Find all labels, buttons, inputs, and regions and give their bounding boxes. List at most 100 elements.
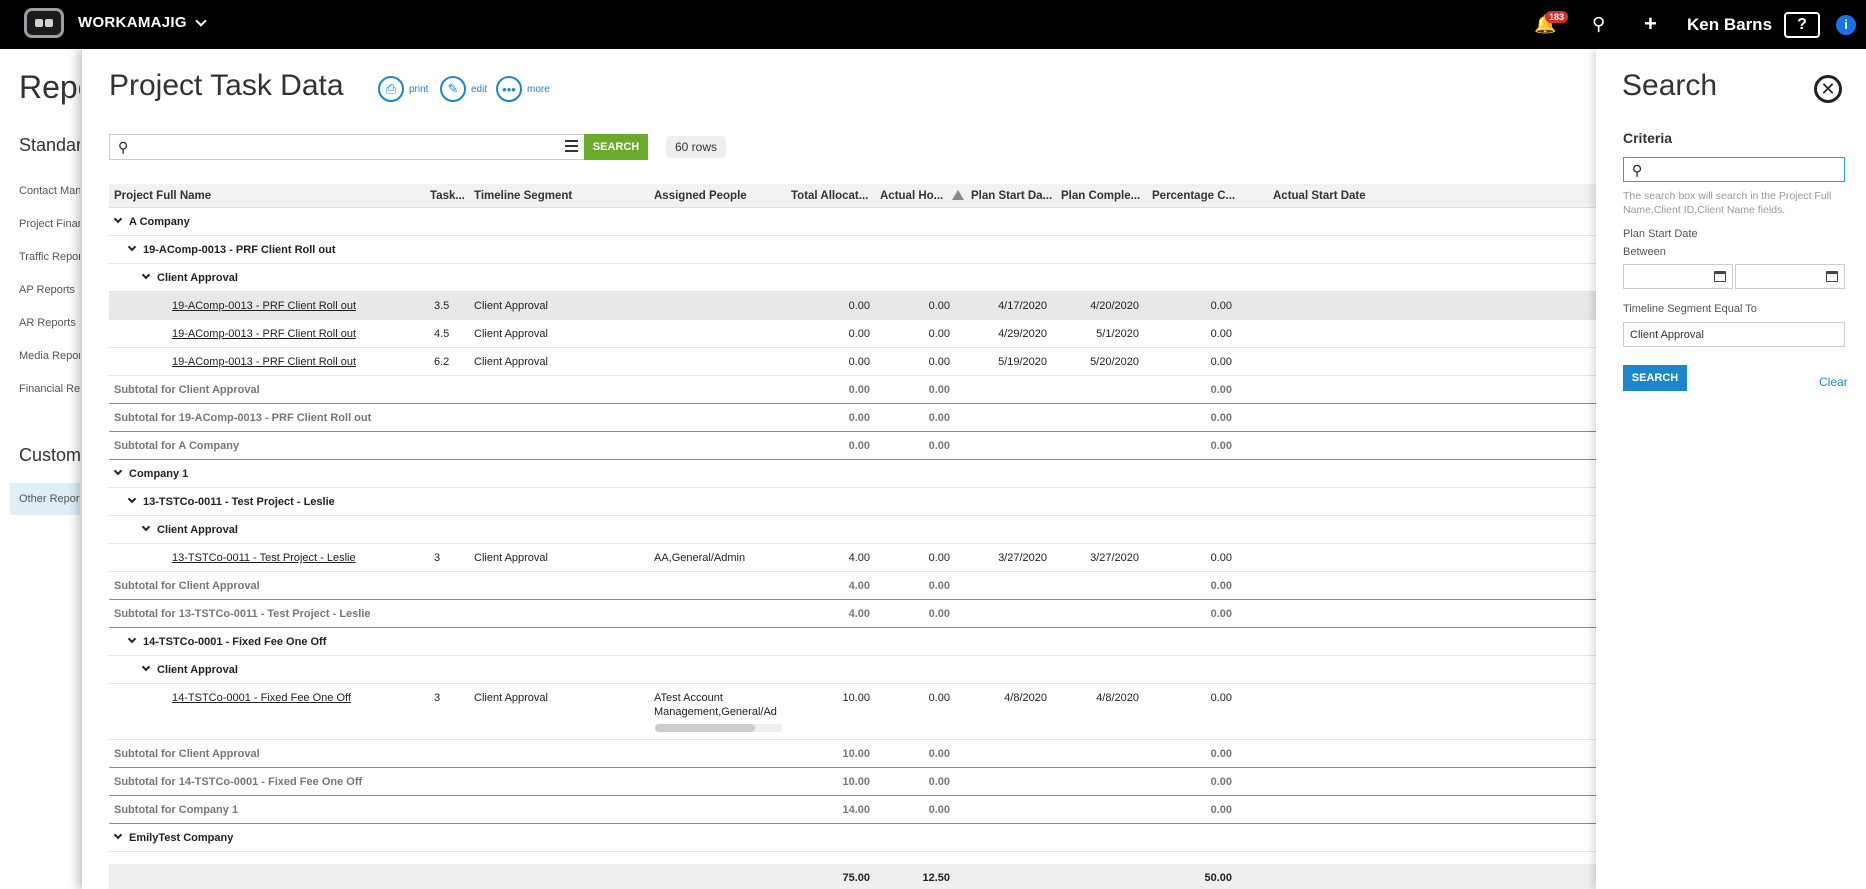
group-name: A Company [129,216,190,228]
page-title: Project Task Data [109,69,344,102]
group-row-label: Client Approval [141,270,238,284]
grid-search-input[interactable]: ⚲ [109,134,585,160]
table-row[interactable]: 19-AComp-0013 - PRF Client Roll out 6.2 Cl… [109,348,1596,376]
col-header-percentage-complete[interactable]: Percentage C... [1152,190,1238,202]
col-header-project-full-name[interactable]: Project Full Name [114,190,374,202]
group-row[interactable]: 19-AComp-0013 - PRF Client Roll out [109,236,1596,264]
group-row[interactable]: Client Approval [109,656,1596,684]
plus-icon[interactable]: + [1644,11,1657,37]
project-name-link[interactable]: 14-TSTCo-0001 - Fixed Fee One Off [172,692,351,704]
chevron-down-icon[interactable] [113,466,123,476]
col-header-assigned-people[interactable]: Assigned People [654,190,774,202]
plan-start-cell: 4/29/2020 [998,328,1047,340]
panel-search-button[interactable]: SEARCH [1623,365,1687,391]
sidebar-item[interactable]: AR Reports [19,317,76,329]
chevron-down-icon[interactable] [127,634,137,644]
search-icon[interactable]: ⚲ [1592,14,1605,35]
chevron-down-icon[interactable] [113,214,123,224]
criteria-search-input[interactable]: ⚲ [1623,157,1845,182]
chevron-down-icon[interactable] [113,830,123,840]
grid-search-button[interactable]: SEARCH [584,134,648,160]
robot-logo-icon[interactable] [24,8,64,38]
criteria-label: Criteria [1623,130,1673,146]
col-header-plan-complete[interactable]: Plan Comple... [1061,190,1147,202]
col-header-task[interactable]: Task... [430,190,464,202]
subtotal-actual-hours: 0.00 [928,412,950,424]
actual-hours-cell: 0.00 [928,356,950,368]
subtotal-allocated: 10.00 [842,776,870,788]
plan-complete-cell: 5/20/2020 [1090,356,1139,368]
sidebar-item[interactable]: AP Reports [19,284,75,296]
sidebar-item[interactable]: Traffic Repor [19,251,80,263]
project-name-link[interactable]: 19-AComp-0013 - PRF Client Roll out [172,300,356,312]
info-icon[interactable]: i [1836,15,1856,35]
start-date-to-input[interactable] [1735,264,1845,289]
reports-sidebar: Repo Standar Contact Man Project Finan T… [0,49,80,889]
subtotal-row: Subtotal for 14-TSTCo-0001 - Fixed Fee O… [109,768,1596,796]
group-row[interactable]: Client Approval [109,264,1596,292]
report-grid: Project Full Name Task... Timeline Segme… [109,184,1596,852]
custom-heading: Custom [19,445,80,465]
allocated-cell: 0.00 [848,328,870,340]
plan-complete-cell: 4/20/2020 [1090,300,1139,312]
chevron-down-icon[interactable] [127,494,137,504]
project-name-link[interactable]: 13-TSTCo-0011 - Test Project - Leslie [172,552,356,564]
subtotal-label: Subtotal for 13-TSTCo-0011 - Test Projec… [114,608,371,620]
subtotal-actual-hours: 0.00 [928,440,950,452]
chevron-down-icon[interactable] [127,242,137,252]
project-name-link[interactable]: 19-AComp-0013 - PRF Client Roll out [172,356,356,368]
percentage-cell: 0.00 [1210,300,1232,312]
subtotal-allocated: 4.00 [848,580,870,592]
chevron-down-icon[interactable] [141,270,151,280]
help-button[interactable]: ? [1784,12,1820,38]
group-row[interactable]: Client Approval [109,516,1596,544]
table-row[interactable]: 19-AComp-0013 - PRF Client Roll out 4.5 Cl… [109,320,1596,348]
sort-ascending-icon[interactable] [952,190,964,200]
start-date-from-input[interactable] [1623,264,1733,289]
group-name: 19-AComp-0013 - PRF Client Roll out [143,244,336,256]
sidebar-item[interactable]: Financial Rep [19,383,80,395]
chevron-down-icon[interactable] [141,662,151,672]
group-row-label: A Company [113,214,190,228]
table-row[interactable]: 19-AComp-0013 - PRF Client Roll out 3.5 Cl… [109,292,1596,320]
col-header-actual-start-date[interactable]: Actual Start Date [1273,190,1393,202]
col-header-timeline-segment[interactable]: Timeline Segment [474,190,644,202]
group-row[interactable]: A Company [109,208,1596,236]
timeline-segment-input[interactable]: Client Approval [1623,322,1845,347]
group-row[interactable]: EmilyTest Company [109,824,1596,852]
group-row[interactable]: Company 1 [109,460,1596,488]
print-button[interactable]: ⎙ print [378,76,428,102]
sidebar-item[interactable]: Contact Man [19,185,80,197]
app-switcher[interactable]: WORKAMAJIG [78,14,207,31]
assigned-people-cell: Management,General/Ad [654,706,777,718]
col-header-total-allocated[interactable]: Total Allocat... [791,190,875,202]
chevron-down-icon[interactable] [141,522,151,532]
calendar-icon[interactable] [1826,271,1838,282]
more-button[interactable]: ••• more [496,76,550,102]
timeline-segment-cell: Client Approval [474,300,548,312]
sidebar-item[interactable]: Media Repor [19,350,80,362]
close-icon[interactable]: ✕ [1814,75,1842,103]
sidebar-item-other-reports[interactable]: Other Repor [19,493,80,505]
table-row[interactable]: 14-TSTCo-0001 - Fixed Fee One Off 3 Client… [109,684,1596,740]
col-header-plan-start-date[interactable]: Plan Start Da... [971,190,1057,202]
clear-link[interactable]: Clear [1819,375,1848,389]
col-header-actual-hours[interactable]: Actual Ho... [880,190,950,202]
user-menu[interactable]: Ken Barns [1687,15,1772,35]
plan-complete-cell: 4/8/2020 [1096,692,1139,704]
subtotal-row: Subtotal for Company 1 14.00 0.00 0.00 [109,796,1596,824]
group-row[interactable]: 14-TSTCo-0001 - Fixed Fee One Off [109,628,1596,656]
edit-button[interactable]: ✎ edit [440,76,487,102]
allocated-cell: 10.00 [842,692,870,704]
group-row[interactable]: 13-TSTCo-0011 - Test Project - Leslie [109,488,1596,516]
calendar-icon[interactable] [1714,271,1726,282]
allocated-cell: 4.00 [848,552,870,564]
sidebar-item[interactable]: Project Finan [19,218,80,230]
hamburger-menu-icon[interactable] [565,140,578,155]
project-name-link[interactable]: 19-AComp-0013 - PRF Client Roll out [172,328,356,340]
group-row-label: EmilyTest Company [113,830,233,844]
cell-scrollbar[interactable] [655,724,755,732]
table-row[interactable]: 13-TSTCo-0011 - Test Project - Leslie 3 Cl… [109,544,1596,572]
allocated-cell: 0.00 [848,356,870,368]
group-row-label: Client Approval [141,522,238,536]
